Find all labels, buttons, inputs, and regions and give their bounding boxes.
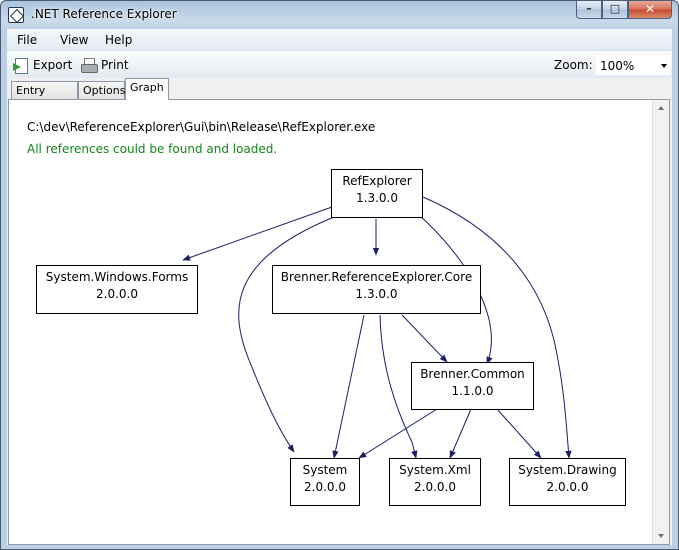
- tab-graph[interactable]: Graph: [125, 78, 169, 100]
- client-area: File View Help Export Print Zoom: 100% E…: [7, 29, 672, 545]
- node-name: System: [302, 463, 348, 477]
- edge-common-xml: [449, 408, 472, 459]
- node-version: 2.0.0.0: [414, 480, 456, 494]
- node-system-windows-forms[interactable]: System.Windows.Forms 2.0.0.0: [36, 265, 198, 314]
- close-icon: ✕: [644, 2, 656, 16]
- print-button[interactable]: Print: [80, 55, 129, 75]
- maximize-button[interactable]: □: [602, 1, 628, 19]
- node-name: System.Windows.Forms: [45, 270, 189, 284]
- node-system-xml[interactable]: System.Xml 2.0.0.0: [389, 458, 481, 506]
- vertical-scrollbar[interactable]: [652, 100, 669, 544]
- edge-refexplorer-system: [238, 216, 335, 453]
- dependency-graph: RefExplorer 1.3.0.0 System.Windows.Forms…: [9, 100, 654, 544]
- printer-icon: [80, 57, 98, 73]
- edge-common-drawing: [496, 408, 542, 459]
- menu-view[interactable]: View: [60, 33, 88, 47]
- node-name: System.Xml: [399, 463, 471, 477]
- node-version: 1.1.0.0: [451, 384, 494, 398]
- toolbar: Export Print Zoom: 100%: [7, 51, 672, 78]
- menu-file[interactable]: File: [17, 33, 37, 47]
- node-version: 1.3.0.0: [356, 191, 398, 205]
- edge-common-system: [358, 408, 438, 459]
- zoom-label: Zoom:: [554, 58, 593, 72]
- node-refexplorer[interactable]: RefExplorer 1.3.0.0: [331, 169, 423, 218]
- node-name: RefExplorer: [342, 174, 412, 188]
- chevron-down-icon: [661, 64, 667, 68]
- node-name: Brenner.Common: [420, 367, 525, 381]
- minimize-icon: –: [586, 2, 592, 15]
- export-icon: [13, 57, 29, 74]
- menu-bar: File View Help: [7, 29, 672, 51]
- edge-core-common: [401, 314, 448, 363]
- edge-core-system: [332, 314, 365, 459]
- window-controls: – □ ✕: [576, 1, 672, 20]
- close-button[interactable]: ✕: [628, 1, 672, 19]
- node-name: System.Drawing: [518, 463, 617, 477]
- app-icon[interactable]: [8, 7, 24, 23]
- export-label: Export: [33, 58, 73, 72]
- node-version: 1.3.0.0: [355, 287, 398, 301]
- application-window: .NET Reference Explorer – □ ✕ File View …: [0, 0, 679, 550]
- node-reference-explorer-core[interactable]: Brenner.ReferenceExplorer.Core 1.3.0.0: [272, 265, 481, 314]
- minimize-button[interactable]: –: [576, 1, 602, 19]
- print-label: Print: [101, 58, 129, 72]
- tab-strip: Entry Points Options Graph: [7, 78, 672, 110]
- export-button[interactable]: Export: [13, 55, 72, 75]
- graph-panel: C:\dev\ReferenceExplorer\Gui\bin\Release…: [8, 99, 670, 545]
- node-system-drawing[interactable]: System.Drawing 2.0.0.0: [509, 458, 626, 506]
- zoom-value: 100%: [600, 59, 635, 73]
- edge-refexplorer-drawing: [422, 196, 572, 459]
- edge-refexplorer-winforms: [182, 206, 333, 261]
- scroll-down-icon[interactable]: [658, 534, 664, 538]
- node-version: 2.0.0.0: [304, 480, 346, 494]
- node-version: 2.0.0.0: [546, 480, 589, 494]
- node-system[interactable]: System 2.0.0.0: [290, 458, 360, 506]
- zoom-select[interactable]: 100%: [596, 55, 671, 75]
- node-name: Brenner.ReferenceExplorer.Core: [280, 270, 473, 284]
- tab-entry-points[interactable]: Entry Points: [11, 81, 78, 110]
- tab-options[interactable]: Options: [78, 81, 125, 100]
- scroll-up-icon[interactable]: [658, 106, 664, 110]
- maximize-icon: □: [609, 2, 621, 15]
- window-title: .NET Reference Explorer: [31, 7, 177, 21]
- node-brenner-common[interactable]: Brenner.Common 1.1.0.0: [411, 362, 534, 410]
- node-version: 2.0.0.0: [96, 287, 138, 301]
- menu-help[interactable]: Help: [105, 33, 132, 47]
- title-bar[interactable]: .NET Reference Explorer – □ ✕: [1, 1, 678, 29]
